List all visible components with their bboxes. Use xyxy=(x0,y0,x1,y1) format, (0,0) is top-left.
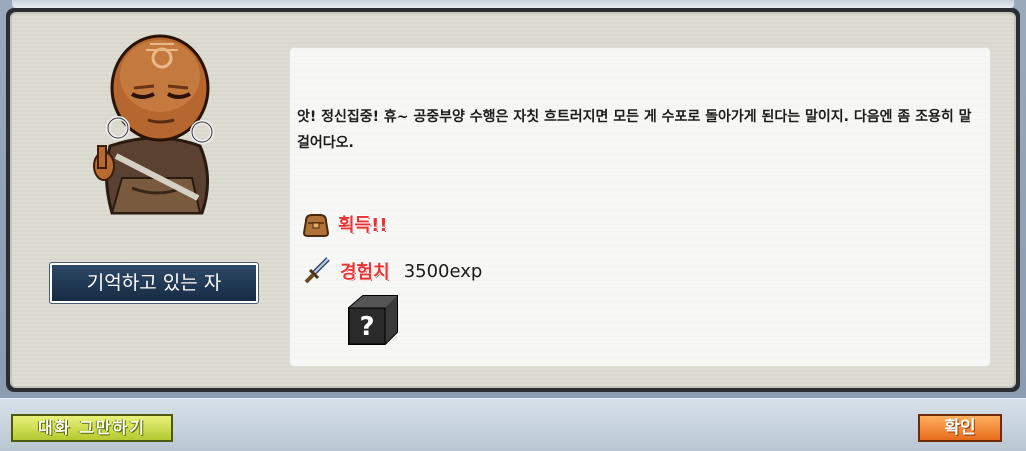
npc-name-label: 기억하고 있는 자 xyxy=(49,262,259,304)
dialog-text: 앗! 정신집중! 휴~ 공중부양 수행은 자칫 흐트러지면 모든 게 수포로 돌… xyxy=(297,109,972,151)
reward-item[interactable]: ? xyxy=(345,294,401,346)
reward-acquire-row: 획득!! xyxy=(302,208,388,240)
exp-label: 경험치 xyxy=(340,262,390,283)
reward-exp-row: 경험치 3500exp xyxy=(302,255,482,287)
window-top-edge xyxy=(12,0,1014,8)
npc-portrait xyxy=(93,34,214,215)
sword-icon xyxy=(304,257,330,284)
bag-icon xyxy=(302,214,330,237)
exp-value: 3500exp xyxy=(403,260,483,282)
question-box-icon: ? xyxy=(348,295,398,345)
npc-area: 기억하고 있는 자 xyxy=(22,22,278,376)
confirm-button[interactable]: 확인 xyxy=(918,414,1002,442)
acquire-label: 획득!! xyxy=(338,215,388,236)
svg-text:?: ? xyxy=(359,312,374,342)
end-chat-button[interactable]: 대화 그만하기 xyxy=(11,414,173,442)
